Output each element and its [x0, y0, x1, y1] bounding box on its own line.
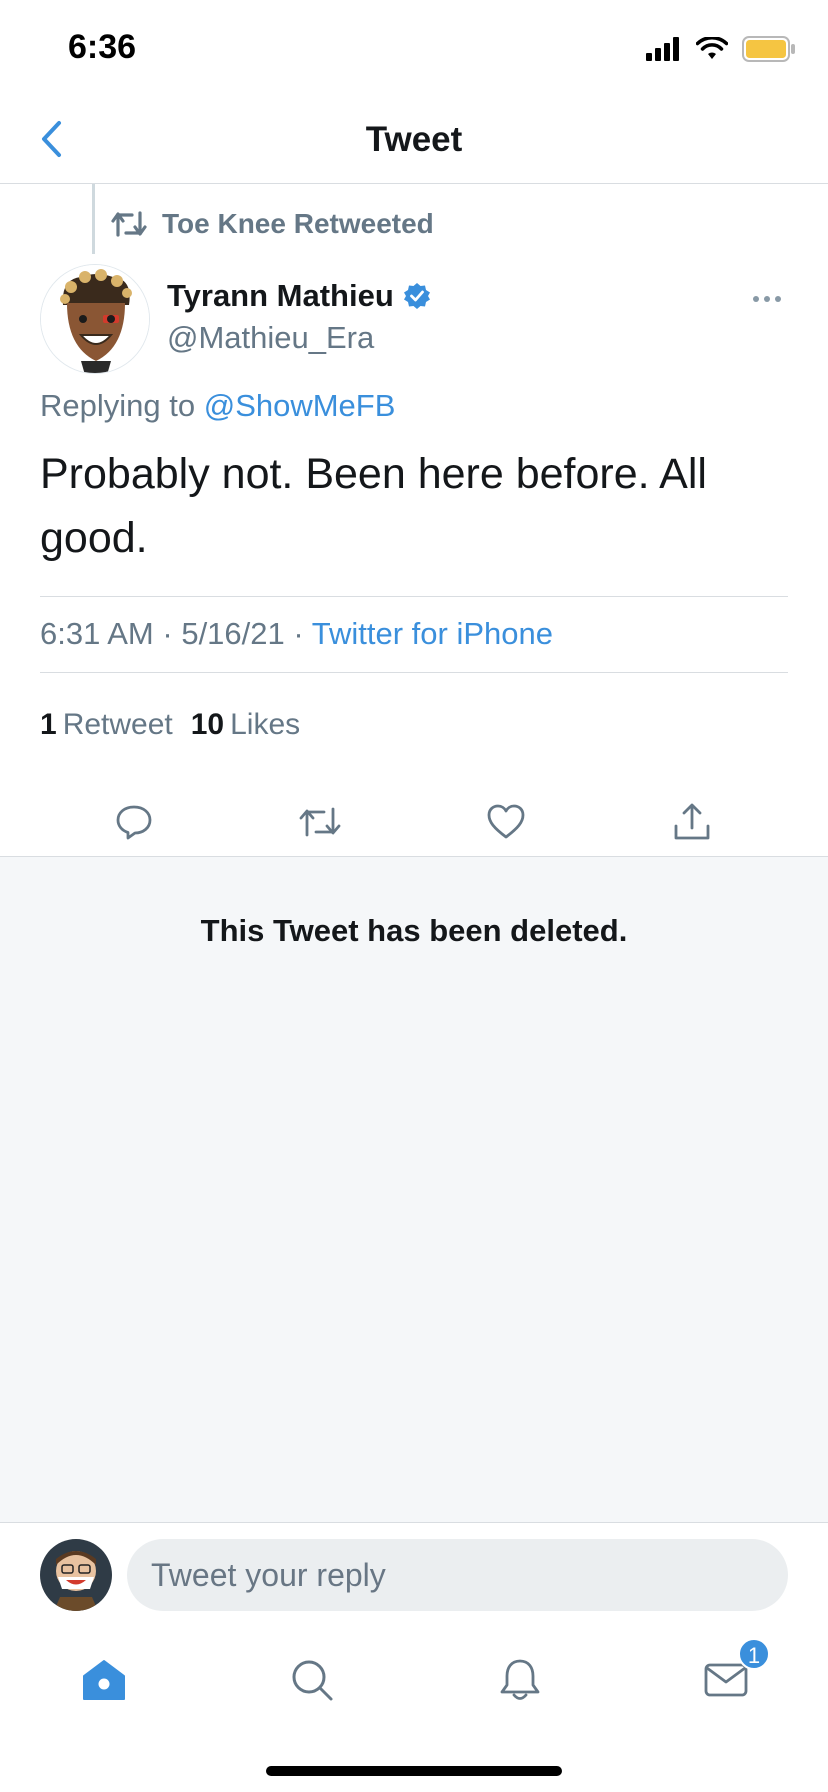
- tweet-detail: Toe Knee Retweeted Tyrann Mathieu @Mathi…: [0, 184, 828, 856]
- tab-search[interactable]: [280, 1648, 344, 1712]
- wifi-icon: [696, 37, 728, 59]
- messages-icon: [704, 1663, 748, 1697]
- status-time: 6:36: [68, 28, 137, 66]
- reply-input[interactable]: [127, 1539, 788, 1611]
- more-icon: [753, 296, 759, 302]
- avatar-illustration-icon: [41, 265, 149, 373]
- battery-icon: [742, 36, 795, 62]
- tweet-source-link[interactable]: Twitter for iPhone: [312, 616, 553, 651]
- user-avatar-illustration-icon: [40, 1539, 112, 1611]
- share-icon: [674, 803, 710, 840]
- meta-separator: ·: [162, 616, 173, 651]
- like-button[interactable]: [478, 794, 534, 850]
- tweet-date: 5/16/21: [181, 616, 285, 651]
- likes-stat[interactable]: 10 Likes: [191, 708, 300, 742]
- author-avatar[interactable]: [40, 264, 150, 374]
- home-icon: [83, 1660, 125, 1700]
- author-name: Tyrann Mathieu: [167, 278, 394, 313]
- more-options-button[interactable]: [742, 284, 792, 314]
- notifications-icon: [500, 1659, 540, 1700]
- like-label: Likes: [230, 708, 301, 741]
- social-context[interactable]: Toe Knee Retweeted: [110, 208, 434, 240]
- like-count: 10: [190, 708, 225, 741]
- divider: [40, 672, 788, 673]
- tweet-meta: 6:31 AM · 5/16/21 · Twitter for iPhone: [40, 616, 553, 652]
- deleted-tweet-message: This Tweet has been deleted.: [200, 913, 628, 948]
- status-bar: 6:36: [0, 0, 828, 100]
- tweet-stats: 1 Retweet 10 Likes: [40, 708, 300, 742]
- replying-to: Replying to @ShowMeFB: [40, 388, 395, 424]
- home-indicator: [266, 1766, 562, 1776]
- reply-bar: [0, 1522, 828, 1612]
- nav-header: Tweet: [0, 100, 828, 184]
- tweet-text: Probably not. Been here before. All good…: [40, 450, 707, 562]
- replying-prefix: Replying to: [40, 388, 196, 423]
- thread-line: [92, 184, 95, 254]
- share-button[interactable]: [664, 794, 720, 850]
- divider: [40, 596, 788, 597]
- meta-separator: ·: [293, 616, 304, 651]
- page-title: Tweet: [365, 120, 463, 159]
- more-icon-dot: [764, 296, 770, 302]
- tab-messages[interactable]: 1: [694, 1638, 770, 1712]
- retweet-icon: [111, 211, 147, 237]
- deleted-tweet-area: This Tweet has been deleted.: [0, 856, 828, 1522]
- search-icon: [292, 1660, 333, 1701]
- author-name-row[interactable]: Tyrann Mathieu: [167, 278, 432, 314]
- replying-to-link[interactable]: @ShowMeFB: [204, 388, 396, 423]
- tab-bar: 1: [0, 1612, 828, 1792]
- retweet-button[interactable]: [292, 794, 348, 850]
- more-icon-dot: [775, 296, 781, 302]
- signal-icon: [646, 37, 679, 61]
- reply-button[interactable]: [106, 794, 162, 850]
- retweet-label: Retweet: [62, 708, 173, 741]
- like-icon: [487, 804, 525, 839]
- tab-notifications[interactable]: [488, 1648, 552, 1712]
- author-handle[interactable]: @Mathieu_Era: [167, 320, 374, 356]
- retweet-count: 1: [40, 708, 57, 741]
- verified-icon: [403, 283, 430, 309]
- social-context-label: Toe Knee Retweeted: [162, 208, 434, 239]
- retweets-stat[interactable]: 1 Retweet: [40, 708, 173, 742]
- user-avatar[interactable]: [40, 1539, 112, 1611]
- tweet-time: 6:31 AM: [40, 616, 154, 651]
- tweet-actions: [0, 784, 828, 856]
- retweet-icon: [299, 807, 341, 837]
- messages-badge: 1: [738, 1638, 770, 1670]
- status-icons: [646, 36, 796, 62]
- reply-icon: [116, 805, 152, 840]
- tab-home[interactable]: [72, 1648, 136, 1712]
